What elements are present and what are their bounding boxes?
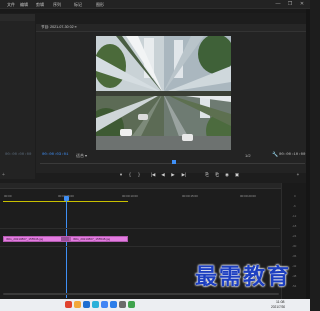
source-add-icon[interactable]: + (2, 172, 5, 178)
resolution-fraction[interactable]: 1/2 (245, 153, 251, 158)
track-divider (0, 228, 280, 229)
meter-mark: -54 (292, 284, 297, 288)
menu-graphics[interactable]: 图形 (96, 1, 104, 8)
right-tool-strip (306, 9, 310, 299)
source-panel-header (0, 14, 35, 21)
timeline-scrollbar[interactable] (3, 293, 279, 295)
meter-mark: -36 (292, 254, 297, 258)
menu-bar: 文件 编辑 剪辑 序列 标记 图形 — ❐ ✕ (0, 0, 310, 9)
ruler-label-2: 00:00:10:00 (122, 194, 138, 198)
timeline-playhead-line (66, 201, 67, 298)
mark-in-button[interactable]: { (127, 172, 133, 178)
meter-mark: -48 (292, 274, 297, 278)
video-frame (96, 36, 231, 150)
lift-button[interactable]: ⎘ (204, 172, 210, 178)
timeline-header (0, 183, 306, 189)
maximize-button[interactable]: ❐ (285, 0, 295, 8)
menu-file[interactable]: 文件 (7, 1, 15, 8)
mark-out-button[interactable]: } (136, 172, 142, 178)
step-back-button[interactable]: ◀ (160, 172, 166, 178)
source-timecode: 00:00:00:00 (5, 153, 32, 157)
transition-marker[interactable] (61, 237, 69, 241)
wrench-icon[interactable]: 🔧 (272, 152, 278, 158)
program-monitor-tab[interactable]: 节目: 2021-07-30 02 ≡ (41, 25, 77, 30)
meter-mark: -18 (292, 224, 297, 228)
timeline-clip-1[interactable]: IMG_20210807_155546.jpg (3, 236, 70, 242)
go-to-out-button[interactable]: ▶| (181, 172, 187, 178)
ruler-label-3: 00:00:15:00 (182, 194, 198, 198)
add-marker-button[interactable]: ▾ (118, 172, 124, 178)
taskbar (0, 299, 310, 311)
taskbar-app-icon[interactable] (92, 301, 99, 308)
comparison-view-button[interactable]: ▣ (234, 172, 240, 178)
clip-label-1: IMG_20210807_155546.jpg (6, 237, 44, 241)
close-button[interactable]: ✕ (297, 0, 307, 8)
menu-clip[interactable]: 剪辑 (36, 1, 44, 8)
taskbar-app-icon[interactable] (83, 301, 90, 308)
taskbar-app-icon[interactable] (128, 301, 135, 308)
meter-mark: -6 (293, 204, 296, 208)
fit-dropdown-arrow-icon[interactable]: ▾ (85, 153, 87, 158)
meter-mark: -30 (292, 244, 297, 248)
taskbar-app-icon[interactable] (65, 301, 72, 308)
meter-mark: -12 (292, 214, 297, 218)
program-timecode-duration: 00:00:10:00 (279, 153, 306, 157)
minimize-button[interactable]: — (273, 0, 283, 8)
taskbar-app-icon[interactable] (110, 301, 117, 308)
export-frame-button[interactable]: ◉ (224, 172, 230, 178)
taskbar-app-icon[interactable] (101, 301, 108, 308)
ruler-label-4: 00:00:20:00 (240, 194, 256, 198)
menu-edit[interactable]: 编辑 (20, 1, 28, 8)
meter-mark: -42 (292, 264, 297, 268)
video-preview-image (96, 36, 231, 150)
ruler-label-0: 00:00 (4, 194, 12, 198)
taskbar-app-icon[interactable] (119, 301, 126, 308)
go-to-in-button[interactable]: |◀ (150, 172, 156, 178)
meter-mark: -24 (292, 234, 297, 238)
extract-button[interactable]: ⎗ (214, 172, 220, 178)
button-editor-button[interactable]: + (295, 172, 301, 178)
clip-label-2: IMG_20210807_155548.jpg (73, 237, 111, 241)
play-button[interactable]: ▶ (170, 172, 176, 178)
track-divider (0, 246, 280, 247)
program-timecode-current[interactable]: 00:00:03:01 (42, 153, 68, 157)
meter-mark: 0 (294, 194, 296, 198)
taskbar-date[interactable]: 2021/7/30 (271, 305, 285, 309)
taskbar-time[interactable]: 11:08 (276, 300, 285, 304)
menu-markers[interactable]: 标记 (74, 1, 82, 8)
taskbar-app-icon[interactable] (74, 301, 81, 308)
program-playhead[interactable] (172, 160, 176, 164)
workspace-strip (0, 9, 310, 13)
menu-sequence[interactable]: 序列 (53, 1, 61, 8)
source-panel: 00:00:00:00 + (0, 14, 35, 179)
watermark-logo: 最需教育 (195, 265, 292, 290)
timeline-clip-2[interactable]: IMG_20210807_155548.jpg (70, 236, 128, 242)
fit-dropdown[interactable]: 适合 (76, 153, 84, 159)
